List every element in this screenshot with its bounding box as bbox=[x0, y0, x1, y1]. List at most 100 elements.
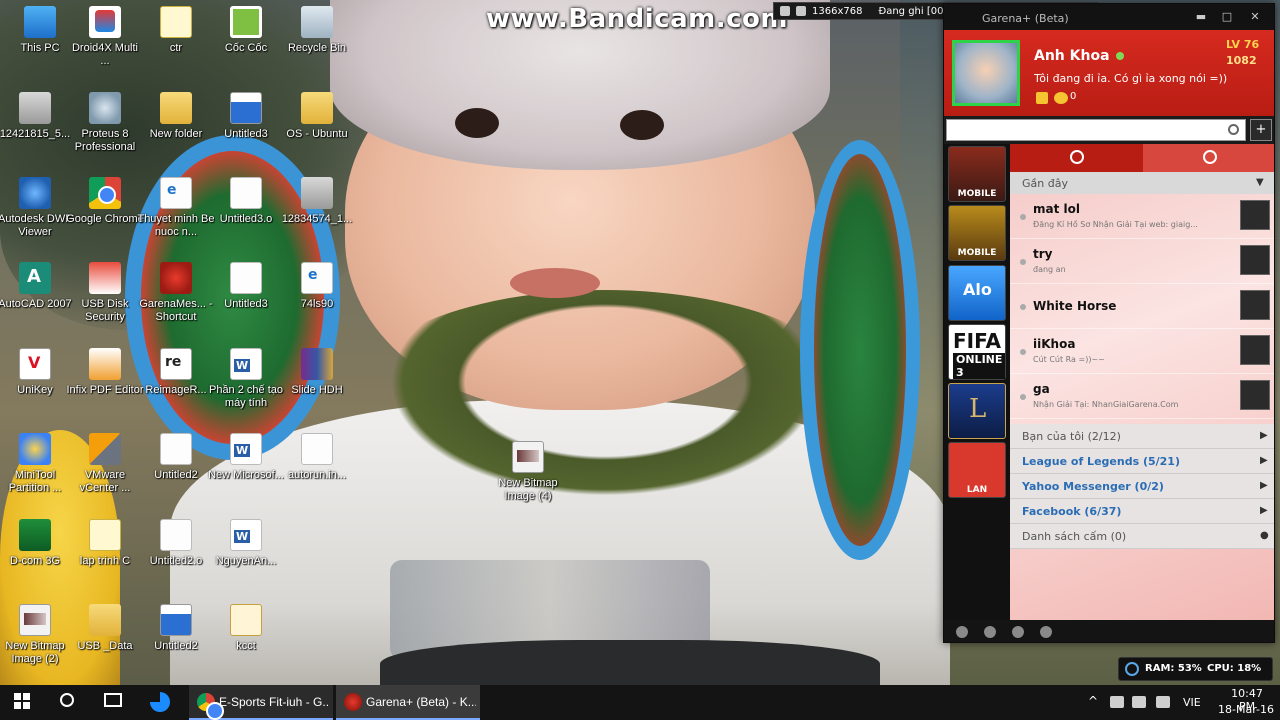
desktop-icon-new-microsoft[interactable]: New Microsof... bbox=[206, 429, 286, 509]
avatar[interactable] bbox=[952, 40, 1020, 106]
input-language[interactable]: VIE bbox=[1183, 696, 1201, 709]
user-icon bbox=[1070, 150, 1084, 164]
desktop-icon-usb-data[interactable]: USB _Data bbox=[65, 600, 145, 680]
desktop-icon-autocad[interactable]: AutoCAD 2007 bbox=[0, 258, 75, 338]
desktop-icon-untitled2-bmp[interactable]: Untitled2 bbox=[136, 600, 216, 680]
desktop-icon-proteus[interactable]: Proteus 8 Professional bbox=[65, 88, 145, 168]
minimize-button[interactable]: ▬ bbox=[1192, 10, 1210, 23]
wallpaper-eye-right bbox=[620, 110, 664, 140]
tab-groups[interactable] bbox=[1143, 144, 1274, 172]
online-status-icon[interactable] bbox=[1116, 52, 1124, 60]
network-icon[interactable] bbox=[1110, 696, 1124, 708]
desktop-icon-garena-shortcut[interactable]: GarenaMes... - Shortcut bbox=[136, 258, 216, 338]
desktop-icon-autodesk-dwf[interactable]: Autodesk DWF Viewer bbox=[0, 173, 75, 253]
friend-row[interactable]: mat lol Đăng Kí Hồ Sơ Nhận Giải Tại web:… bbox=[1010, 194, 1274, 239]
garena-icon bbox=[160, 262, 192, 294]
desktop-icon-usb-disk-security[interactable]: USB Disk Security bbox=[65, 258, 145, 338]
desktop-icon-infix-pdf[interactable]: Infix PDF Editor bbox=[65, 344, 145, 424]
desktop-icon-recycle-bin[interactable]: Recycle Bin bbox=[277, 2, 357, 82]
game-league-of-legends[interactable]: L bbox=[948, 383, 1006, 439]
group-league-of-legends[interactable]: League of Legends (5/21) ▶ bbox=[1010, 449, 1274, 474]
taskbar-app-chrome[interactable]: E-Sports Fit-iuh - G... bbox=[189, 685, 333, 720]
group-facebook[interactable]: Facebook (6/37) ▶ bbox=[1010, 499, 1274, 524]
desktop-icon-ctr[interactable]: ctr bbox=[136, 2, 216, 82]
volume-icon[interactable] bbox=[1132, 696, 1146, 708]
tab-friends[interactable] bbox=[1010, 144, 1143, 172]
droid4x-icon bbox=[89, 6, 121, 38]
desktop-icon-nguyenan[interactable]: NguyenAn... bbox=[206, 515, 286, 595]
desktop-icon-kcct[interactable]: kcct bbox=[206, 600, 286, 680]
move-icon[interactable] bbox=[780, 6, 790, 16]
desktop-icon-untitled3-doc[interactable]: Untitled3 bbox=[206, 258, 286, 338]
friend-row[interactable]: try đang an bbox=[1010, 239, 1274, 284]
presence-dot bbox=[1020, 259, 1026, 265]
maximize-button[interactable]: □ bbox=[1218, 10, 1236, 23]
word-icon bbox=[230, 519, 262, 551]
task-view-icon[interactable] bbox=[104, 693, 122, 707]
game-mobile-2[interactable]: MOBILE bbox=[948, 205, 1006, 261]
desktop-icon-image-12421815[interactable]: 12421815_5... bbox=[0, 88, 75, 168]
desktop-icon-droid4x[interactable]: Droid4X Multi ... bbox=[65, 2, 145, 82]
group-blocked[interactable]: Danh sách cấm (0) ● bbox=[1010, 524, 1274, 549]
ram-usage: RAM: 53% bbox=[1145, 663, 1202, 674]
taskbar: E-Sports Fit-iuh - G... Garena+ (Beta) -… bbox=[0, 685, 1280, 720]
desktop-icon-untitled2-doc[interactable]: Untitled2 bbox=[136, 429, 216, 509]
profile-name[interactable]: Anh Khoa bbox=[1034, 48, 1110, 64]
desktop-icon-slide-hdh[interactable]: Slide HDH bbox=[277, 344, 357, 424]
friend-search-input[interactable] bbox=[946, 119, 1246, 141]
unikey-icon bbox=[19, 348, 51, 380]
desktop-icon-thuyet-minh[interactable]: Thuyet minh Be nuoc n... bbox=[136, 173, 216, 253]
recent-section-header[interactable]: Gần đây ▼ bbox=[1010, 172, 1274, 194]
desktop-icon-unikey[interactable]: UniKey bbox=[0, 344, 75, 424]
desktop-icon-google-chrome[interactable]: Google Chrome bbox=[65, 173, 145, 253]
add-friend-button[interactable]: + bbox=[1250, 119, 1272, 141]
desktop-icon-reimage[interactable]: ReimageR... bbox=[136, 344, 216, 424]
desktop-icon-new-bitmap-2[interactable]: New Bitmap Image (2) bbox=[0, 600, 75, 680]
gear-icon[interactable] bbox=[984, 626, 996, 638]
game-lan[interactable]: LAN bbox=[948, 442, 1006, 498]
expand-icon[interactable] bbox=[1040, 626, 1052, 638]
game-mobile-1[interactable]: MOBILE bbox=[948, 146, 1006, 202]
desktop-icon-minitool[interactable]: MiniTool Partition ... bbox=[0, 429, 75, 509]
recording-resolution: 1366x768 bbox=[812, 5, 863, 17]
game-fifa-online-3[interactable]: FIFA ONLINE 3 bbox=[948, 324, 1006, 380]
desktop-icon-untitled3-o[interactable]: Untitled3.o bbox=[206, 173, 286, 253]
cpu-usage: CPU: 18% bbox=[1207, 663, 1262, 674]
clock-date[interactable]: 18-Mar-16 bbox=[1216, 703, 1276, 716]
performance-widget[interactable]: RAM: 53% CPU: 18% bbox=[1118, 657, 1273, 681]
desktop-icon-new-folder[interactable]: New folder bbox=[136, 88, 216, 168]
desktop-icon-autorun[interactable]: autorun.in... bbox=[277, 429, 357, 509]
desktop-icon-lap-trinh-c[interactable]: lap trinh C bbox=[65, 515, 145, 595]
profile-status-message[interactable]: Tôi đang đi ỉa. Có gì ỉa xong nói =)) bbox=[1034, 72, 1227, 85]
friend-row[interactable]: ga Nhận Giải Tại: NhanGiaiGarena.Com bbox=[1010, 374, 1274, 419]
keyboard-icon[interactable] bbox=[1156, 696, 1170, 708]
search-icon[interactable] bbox=[796, 6, 806, 16]
garena-titlebar[interactable]: Garena+ (Beta) ▬ □ ✕ bbox=[944, 4, 1274, 30]
desktop-icon-dcom-3g[interactable]: D-com 3G bbox=[0, 515, 75, 595]
friend-row[interactable]: White Horse bbox=[1010, 284, 1274, 329]
edge-icon[interactable] bbox=[150, 692, 170, 712]
desktop-icon-os-ubuntu[interactable]: OS - Ubuntu bbox=[277, 88, 357, 168]
desktop-icon-coccoc[interactable]: Cốc Cốc bbox=[206, 2, 286, 82]
game-alo[interactable]: Alo bbox=[948, 265, 1006, 321]
desktop-icon-74ls90[interactable]: 74ls90 bbox=[277, 258, 357, 338]
group-my-friends[interactable]: Bạn của tôi (2/12) ▶ bbox=[1010, 424, 1274, 449]
desktop-icon-untitled2-o[interactable]: Untitled2.o bbox=[136, 515, 216, 595]
taskbar-app-garena[interactable]: Garena+ (Beta) - K... bbox=[336, 685, 480, 720]
desktop-icon-untitled3-bmp[interactable]: Untitled3 bbox=[206, 88, 286, 168]
desktop-icon-vmware[interactable]: VMware vCenter ... bbox=[65, 429, 145, 509]
chrome-icon bbox=[89, 177, 121, 209]
group-yahoo-messenger[interactable]: Yahoo Messenger (0/2) ▶ bbox=[1010, 474, 1274, 499]
group-label: Yahoo Messenger (0/2) bbox=[1022, 480, 1164, 493]
close-button[interactable]: ✕ bbox=[1246, 10, 1264, 23]
desktop-icon-new-bitmap-4[interactable]: New Bitmap Image (4) bbox=[488, 437, 568, 517]
chat-icon[interactable] bbox=[1012, 626, 1024, 638]
search-icon[interactable] bbox=[1228, 124, 1239, 135]
desktop-icon-image-12834574[interactable]: 12834574_1... bbox=[277, 173, 357, 253]
windows-start-button[interactable] bbox=[14, 693, 30, 709]
tray-overflow-chevron-icon[interactable]: ^ bbox=[1088, 694, 1098, 708]
desktop-icon-phan-2[interactable]: Phần 2 chế tạo máy tính bbox=[206, 344, 286, 424]
info-icon[interactable] bbox=[956, 626, 968, 638]
friend-row[interactable]: iiKhoa Cút Cút Ra =))~~ bbox=[1010, 329, 1274, 374]
search-icon[interactable] bbox=[60, 693, 74, 707]
